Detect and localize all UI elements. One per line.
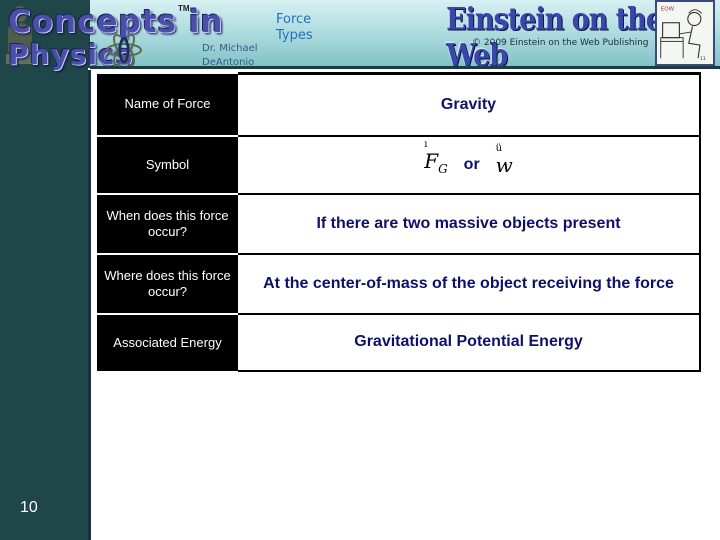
trademark-mark: TM (178, 4, 190, 13)
table-row: When does this force occur? If there are… (97, 193, 701, 255)
table-row: Where does this force occur? At the cent… (97, 253, 701, 315)
topic-line-1: Force (276, 12, 312, 27)
vector-mark-icon: ı (424, 138, 428, 150)
vector-mark-icon: ü (495, 142, 503, 154)
symbol-connector: or (463, 155, 480, 173)
weight-symbol: üw (495, 143, 513, 177)
row-label: Where does this force occur? (97, 253, 238, 315)
svg-text:11: 11 (700, 56, 706, 62)
einstein-cartoon-icon: EOW 11 (655, 0, 715, 66)
table-row: Associated Energy Gravitational Potentia… (97, 313, 701, 372)
copyright-text: © 2009 Einstein on the Web Publishing (472, 38, 649, 48)
symbol-letter: F (424, 148, 439, 173)
left-sidebar-bar (0, 0, 88, 540)
symbol-group: ı FG or üw (424, 139, 513, 180)
symbol-value: ı FG or üw (238, 135, 701, 195)
table-row: Name of Force Gravity (97, 72, 701, 137)
force-properties-table: Name of Force Gravity Symbol ı FG or üw W… (97, 72, 701, 372)
row-value: At the center-of-mass of the object rece… (238, 253, 701, 315)
author-line-1: Dr. Michael (202, 43, 258, 54)
row-label: When does this force occur? (97, 193, 238, 255)
header-divider (90, 66, 720, 69)
force-gravity-symbol: ı FG (424, 139, 448, 180)
row-value: Gravitational Potential Energy (238, 313, 701, 372)
slide-topic: Force Types (276, 12, 313, 44)
symbol-subscript: G (438, 161, 448, 176)
page-number: 10 (20, 499, 38, 516)
table-row: Symbol ı FG or üw (97, 135, 701, 195)
row-value: Gravity (238, 72, 701, 137)
svg-text:EOW: EOW (661, 7, 675, 13)
topic-line-2: Types (276, 28, 313, 43)
header-banner: Concepts in Physics TM Dr. Michael DeAnt… (0, 0, 720, 73)
symbol-letter: w (495, 152, 513, 177)
row-label: Associated Energy (97, 313, 238, 371)
row-value: If there are two massive objects present (238, 193, 701, 255)
atom-icon (106, 33, 142, 67)
row-label: Name of Force (97, 73, 238, 137)
slide: Concepts in Physics TM Dr. Michael DeAnt… (0, 0, 720, 540)
sidebar-edge (88, 70, 91, 540)
row-label: Symbol (97, 135, 238, 195)
